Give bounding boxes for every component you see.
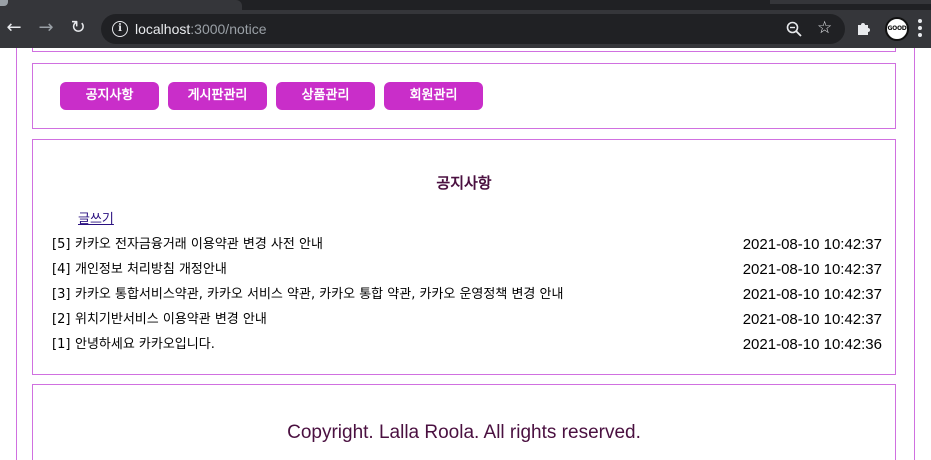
footer: Copyright. Lalla Roola. All rights reser… [32, 384, 896, 460]
header-box [32, 48, 896, 52]
nav-button-products[interactable]: 상품관리 [276, 82, 375, 110]
nav-button-members[interactable]: 회원관리 [384, 82, 483, 110]
notice-row[interactable]: [3] 카카오 통합서비스약관, 카카오 서비스 약관, 카카오 통합 약관, … [52, 285, 882, 305]
bookmark-star-icon[interactable]: ☆ [817, 18, 832, 38]
inactive-tab[interactable] [770, 0, 931, 4]
back-arrow-icon[interactable]: ← [4, 17, 24, 39]
tab-strip [0, 0, 931, 10]
profile-avatar[interactable]: GOOD [885, 17, 909, 41]
notice-title-link[interactable]: 개인정보 처리방침 개정안내 [75, 260, 227, 280]
write-link[interactable]: 글쓰기 [78, 211, 114, 229]
notice-date: 2021-08-10 10:42:37 [742, 236, 882, 253]
notice-row[interactable]: [1] 안녕하세요 카카오입니다. 2021-08-10 10:42:36 [52, 335, 882, 355]
notice-title-link[interactable]: 위치기반서비스 이용약관 변경 안내 [75, 310, 267, 330]
copyright-text: Copyright. Lalla Roola. All rights reser… [287, 422, 641, 443]
notice-number: [4] [52, 262, 71, 277]
notice-number: [3] [52, 287, 71, 302]
nav-button-notice[interactable]: 공지사항 [60, 82, 159, 110]
forward-arrow-icon[interactable]: → [36, 17, 56, 39]
page-viewport: 공지사항 게시판관리 상품관리 회원관리 공지사항 글쓰기 [5] 카카오 전자… [0, 48, 931, 460]
notice-title-link[interactable]: 카카오 전자금융거래 이용약관 변경 사전 안내 [75, 235, 323, 255]
outer-border-right [914, 48, 915, 460]
browser-menu-icon[interactable] [918, 19, 922, 39]
page-title: 공지사항 [436, 174, 492, 192]
notice-row[interactable]: [4] 개인정보 처리방침 개정안내 2021-08-10 10:42:37 [52, 260, 882, 280]
notice-number: [5] [52, 237, 71, 252]
outer-border-left [16, 48, 17, 460]
notice-section: 공지사항 글쓰기 [5] 카카오 전자금융거래 이용약관 변경 사전 안내 20… [32, 139, 896, 375]
address-bar[interactable]: i localhost:3000/notice ☆ [101, 14, 845, 44]
notice-row[interactable]: [5] 카카오 전자금융거래 이용약관 변경 사전 안내 2021-08-10 … [52, 235, 882, 255]
notice-date: 2021-08-10 10:42:37 [742, 311, 882, 328]
zoom-icon[interactable] [785, 20, 803, 38]
notice-number: [2] [52, 312, 71, 327]
notice-number: [1] [52, 337, 71, 352]
notice-date: 2021-08-10 10:42:37 [742, 261, 882, 278]
notice-date: 2021-08-10 10:42:37 [742, 286, 882, 303]
nav-button-board[interactable]: 게시판관리 [168, 82, 267, 110]
browser-toolbar: ← → ↻ i localhost:3000/notice ☆ GOOD [0, 0, 931, 48]
notice-date: 2021-08-10 10:42:36 [742, 336, 882, 353]
url-path: :3000/notice [190, 21, 267, 37]
active-tab[interactable] [0, 0, 242, 10]
reload-icon[interactable]: ↻ [68, 17, 88, 39]
url-host: localhost [135, 21, 191, 37]
notice-title-link[interactable]: 카카오 통합서비스약관, 카카오 서비스 약관, 카카오 통합 약관, 카카오 … [75, 285, 563, 305]
notice-title-link[interactable]: 안녕하세요 카카오입니다. [75, 335, 215, 355]
site-info-icon[interactable]: i [112, 21, 128, 37]
admin-nav: 공지사항 게시판관리 상품관리 회원관리 [32, 63, 896, 129]
notice-row[interactable]: [2] 위치기반서비스 이용약관 변경 안내 2021-08-10 10:42:… [52, 310, 882, 330]
url-text[interactable]: localhost:3000/notice [135, 20, 267, 38]
extensions-puzzle-icon[interactable] [855, 19, 873, 37]
